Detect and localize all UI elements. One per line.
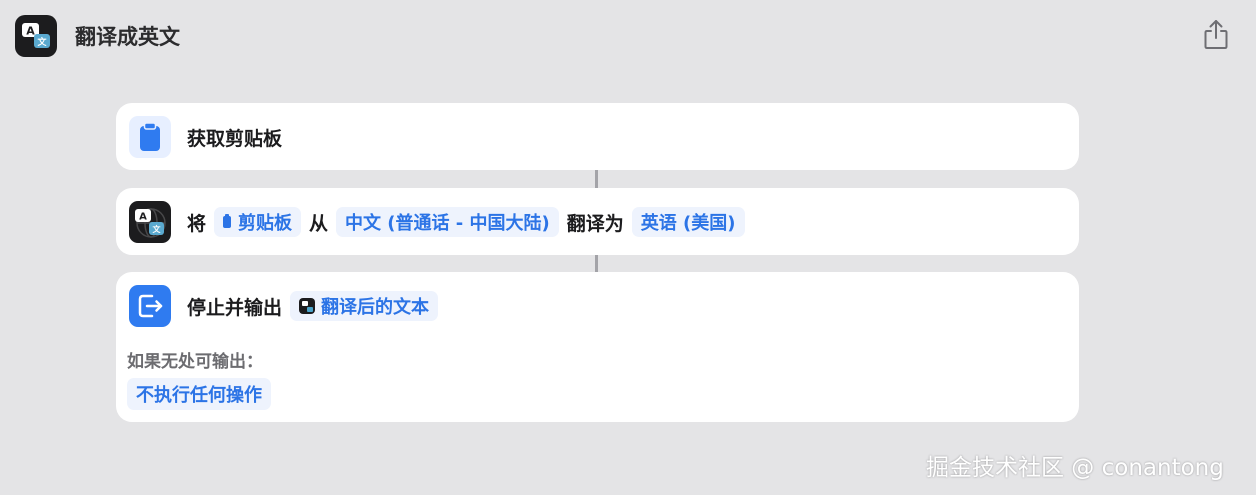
flow-connector [595, 255, 598, 272]
svg-text:A: A [26, 25, 35, 38]
svg-text:文: 文 [36, 36, 47, 48]
target-language-token[interactable]: 英语 (美国) [631, 207, 745, 237]
translated-text-token[interactable]: 翻译后的文本 [290, 291, 439, 321]
flow-connector [595, 170, 598, 188]
action-translate[interactable]: A 文 将 剪贴板 从 中文 (普通话 - 中国大陆) 翻译为 英语 (美国) [116, 188, 1079, 255]
watermark: 掘金技术社区 @ conantong [926, 455, 1224, 481]
clipboard-icon [223, 214, 232, 228]
share-button[interactable] [1200, 16, 1232, 52]
fallback-option-token[interactable]: 不执行任何操作 [127, 378, 271, 410]
from-word: 从 [309, 212, 329, 235]
action-row: A 文 将 剪贴板 从 中文 (普通话 - 中国大陆) 翻译为 英语 (美国) [129, 201, 753, 243]
fallback-label: 如果无处可输出： [127, 352, 263, 372]
action-row: 获取剪贴板 [129, 116, 282, 158]
clipboard-token[interactable]: 剪贴板 [214, 207, 302, 237]
translate-prefix: 将 [187, 212, 207, 235]
stop-output-label: 停止并输出 [187, 296, 283, 319]
svg-text:文: 文 [153, 224, 162, 234]
stop-output-icon [129, 285, 171, 327]
share-icon [1204, 20, 1228, 49]
shortcut-title: 翻译成英文 [75, 25, 180, 49]
clipboard-token-label: 剪贴板 [238, 213, 293, 234]
translate-icon: A 文 [15, 15, 57, 57]
translate-icon [299, 298, 316, 314]
action-stop-and-output[interactable]: 停止并输出 翻译后的文本 如果无处可输出： 不执行任何操作 [116, 272, 1079, 422]
action-label: 获取剪贴板 [187, 127, 283, 150]
translate-icon: A 文 [129, 201, 171, 243]
action-get-clipboard[interactable]: 获取剪贴板 [116, 103, 1079, 170]
svg-text:A: A [139, 212, 147, 223]
translated-text-token-label: 翻译后的文本 [321, 297, 430, 318]
action-row: 停止并输出 翻译后的文本 [129, 285, 446, 327]
app-header: A 文 翻译成英文 [15, 15, 180, 57]
translate-to-word: 翻译为 [566, 212, 624, 235]
clipboard-icon [129, 116, 171, 158]
source-language-token[interactable]: 中文 (普通话 - 中国大陆) [336, 207, 559, 237]
